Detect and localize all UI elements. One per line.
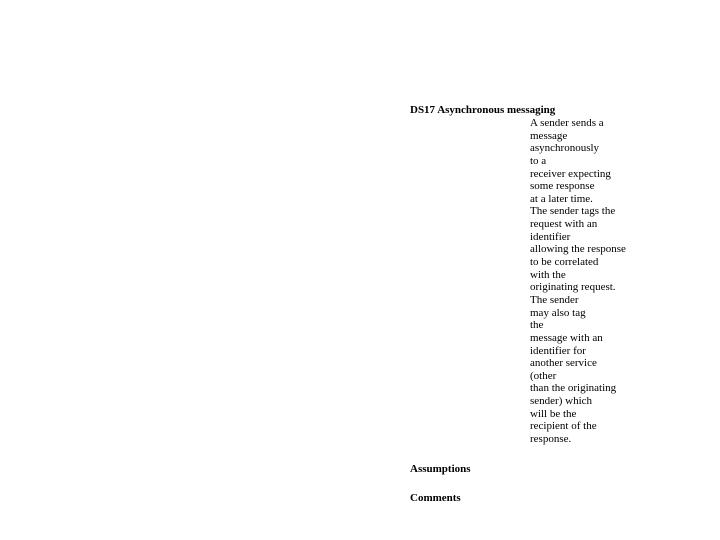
section-heading-comments: Comments (410, 492, 461, 505)
body-line: originating request. (530, 281, 640, 294)
body-line: The sender tags the (530, 205, 640, 218)
body-line: request with an (530, 218, 640, 231)
body-line: with the (530, 269, 640, 282)
body-text-column: A sender sends a message asynchronously … (530, 117, 640, 446)
body-line: will be the (530, 408, 640, 421)
body-line: than the originating (530, 382, 640, 395)
body-line: the (530, 319, 640, 332)
body-line: message with an (530, 332, 640, 345)
body-line: allowing the response (530, 243, 640, 256)
page: DS17 Asynchronous messaging A sender sen… (0, 0, 720, 540)
body-line: identifier for (530, 345, 640, 358)
body-line: response. (530, 433, 640, 446)
body-line: (other (530, 370, 640, 383)
body-line: to a (530, 155, 640, 168)
body-line: to be correlated (530, 256, 640, 269)
body-line: may also tag (530, 307, 640, 320)
body-line: receiver expecting (530, 168, 640, 181)
body-line: The sender (530, 294, 640, 307)
section-heading-ds17: DS17 Asynchronous messaging (410, 104, 555, 117)
body-line: identifier (530, 231, 640, 244)
body-line: recipient of the (530, 420, 640, 433)
section-heading-assumptions: Assumptions (410, 463, 471, 476)
body-line: another service (530, 357, 640, 370)
body-line: sender) which (530, 395, 640, 408)
body-line: message (530, 130, 640, 143)
body-line: at a later time. (530, 193, 640, 206)
body-line: some response (530, 180, 640, 193)
body-line: A sender sends a (530, 117, 640, 130)
body-line: asynchronously (530, 142, 640, 155)
